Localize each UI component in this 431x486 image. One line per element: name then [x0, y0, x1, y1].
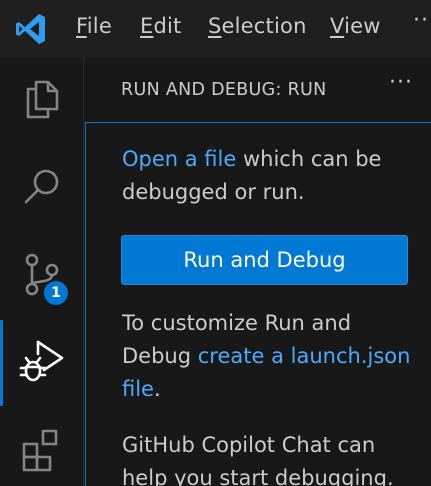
activity-bar: 1 [0, 58, 84, 486]
sidebar-header: RUN AND DEBUG: RUN ··· [85, 58, 431, 122]
title-bar: File Edit Selection View ··· [0, 0, 431, 58]
vscode-logo-icon [16, 14, 45, 44]
menu-selection[interactable]: Selection [208, 14, 307, 38]
run-debug-sidebar: RUN AND DEBUG: RUN ··· Open a file which… [85, 58, 431, 486]
customize-message: To customize Run and Debug create a laun… [122, 307, 422, 406]
scm-badge: 1 [42, 279, 70, 307]
run-and-debug-button[interactable]: Run and Debug [121, 235, 408, 285]
menu-file[interactable]: File [76, 14, 112, 38]
open-file-link[interactable]: Open a file [122, 147, 236, 171]
run-debug-welcome-view: Open a file which can be debugged or run… [85, 122, 431, 486]
menu-more-button[interactable]: ··· [413, 8, 431, 33]
sidebar-more-button[interactable]: ··· [389, 70, 413, 95]
sidebar-title: RUN AND DEBUG: RUN [121, 80, 327, 100]
customize-end: . [153, 377, 161, 401]
run-debug-icon[interactable] [18, 338, 66, 386]
copilot-message: GitHub Copilot Chat can help you start d… [122, 433, 394, 486]
search-icon[interactable] [18, 162, 66, 210]
menu-view[interactable]: View [330, 14, 381, 38]
open-file-message: Open a file which can be debugged or run… [122, 143, 422, 209]
explorer-icon[interactable] [18, 76, 66, 124]
extensions-icon[interactable] [18, 426, 66, 474]
vscode-window: File Edit Selection View ··· 1 [0, 0, 431, 486]
active-view-indicator [0, 320, 3, 406]
menu-edit[interactable]: Edit [140, 14, 181, 38]
